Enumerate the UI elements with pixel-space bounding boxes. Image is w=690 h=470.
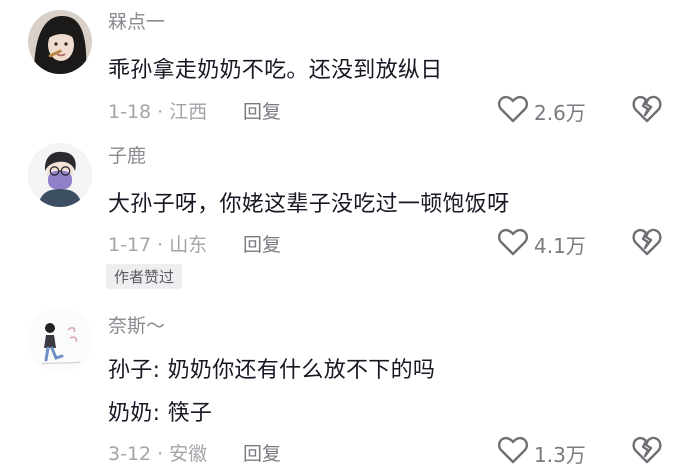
heart-icon[interactable] <box>497 228 529 256</box>
meta-separator: · <box>151 234 170 256</box>
author-liked-badge: 作者赞过 <box>106 264 183 289</box>
username[interactable]: 槑点一 <box>108 7 165 34</box>
meta-separator: · <box>151 101 170 123</box>
meta-separator: · <box>151 443 170 465</box>
comment-location: 安徽 <box>169 443 208 465</box>
heart-icon[interactable] <box>497 436 529 464</box>
comment-meta: 1-17 · 山东 <box>108 230 207 257</box>
avatar[interactable] <box>28 308 92 372</box>
broken-heart-icon[interactable] <box>632 436 662 464</box>
avatar[interactable] <box>28 143 92 207</box>
comment-text: 大孙子呀，你姥这辈子没吃过一顿饱饭呀 <box>108 192 510 217</box>
reply-button[interactable]: 回复 <box>243 97 281 124</box>
comment-location: 江西 <box>169 101 208 123</box>
username[interactable]: 子鹿 <box>108 141 146 168</box>
comment-date: 3-12 <box>108 443 152 465</box>
like-count: 4.1万 <box>534 234 586 258</box>
comment-meta: 1-18 · 江西 <box>108 97 207 124</box>
like-count: 2.6万 <box>534 101 586 125</box>
avatar-cartoon-boy-mask-icon <box>28 143 92 207</box>
reply-button[interactable]: 回复 <box>243 439 281 466</box>
broken-heart-icon[interactable] <box>632 95 662 123</box>
like-count: 1.3万 <box>534 443 586 467</box>
reply-button[interactable]: 回复 <box>243 230 281 257</box>
broken-heart-icon[interactable] <box>632 228 662 256</box>
comment-location: 山东 <box>169 234 208 256</box>
avatar-cartoon-girl-sketch-icon <box>28 308 92 372</box>
avatar[interactable] <box>28 10 92 74</box>
comment-date: 1-18 <box>108 101 152 123</box>
comment-text: 孙子: 奶奶你还有什么放不下的吗 <box>108 358 436 383</box>
comment-text: 奶奶: 筷子 <box>108 401 213 426</box>
comment-meta: 3-12 · 安徽 <box>108 439 207 466</box>
avatar-girl-photo-icon <box>28 10 92 74</box>
comment-text: 乖孙拿走奶奶不吃。还没到放纵日 <box>108 58 443 83</box>
heart-icon[interactable] <box>497 95 529 123</box>
comment-date: 1-17 <box>108 234 152 256</box>
username[interactable]: 奈斯～ <box>108 311 165 338</box>
